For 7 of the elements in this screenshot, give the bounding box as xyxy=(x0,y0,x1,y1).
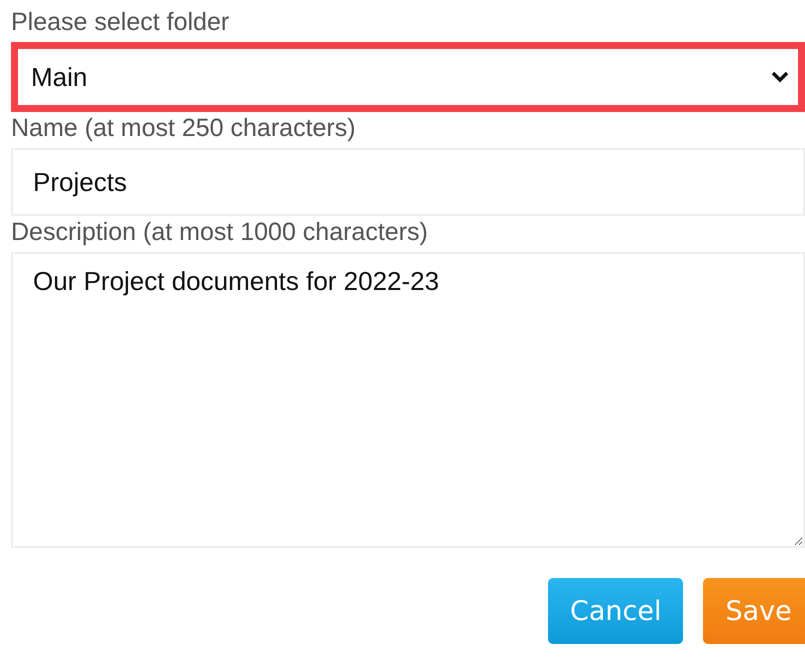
field-label: Description (at most 1000 characters) xyxy=(11,217,429,248)
chevron-down-icon xyxy=(770,70,790,84)
name-field[interactable]: Projects xyxy=(11,148,805,216)
field-label: Name (at most 250 characters) xyxy=(11,113,357,144)
field-label: Please select folder xyxy=(11,7,230,38)
folder-select[interactable]: Main xyxy=(11,42,805,112)
description-field[interactable]: Our Project documents for 2022-23 xyxy=(11,252,805,548)
